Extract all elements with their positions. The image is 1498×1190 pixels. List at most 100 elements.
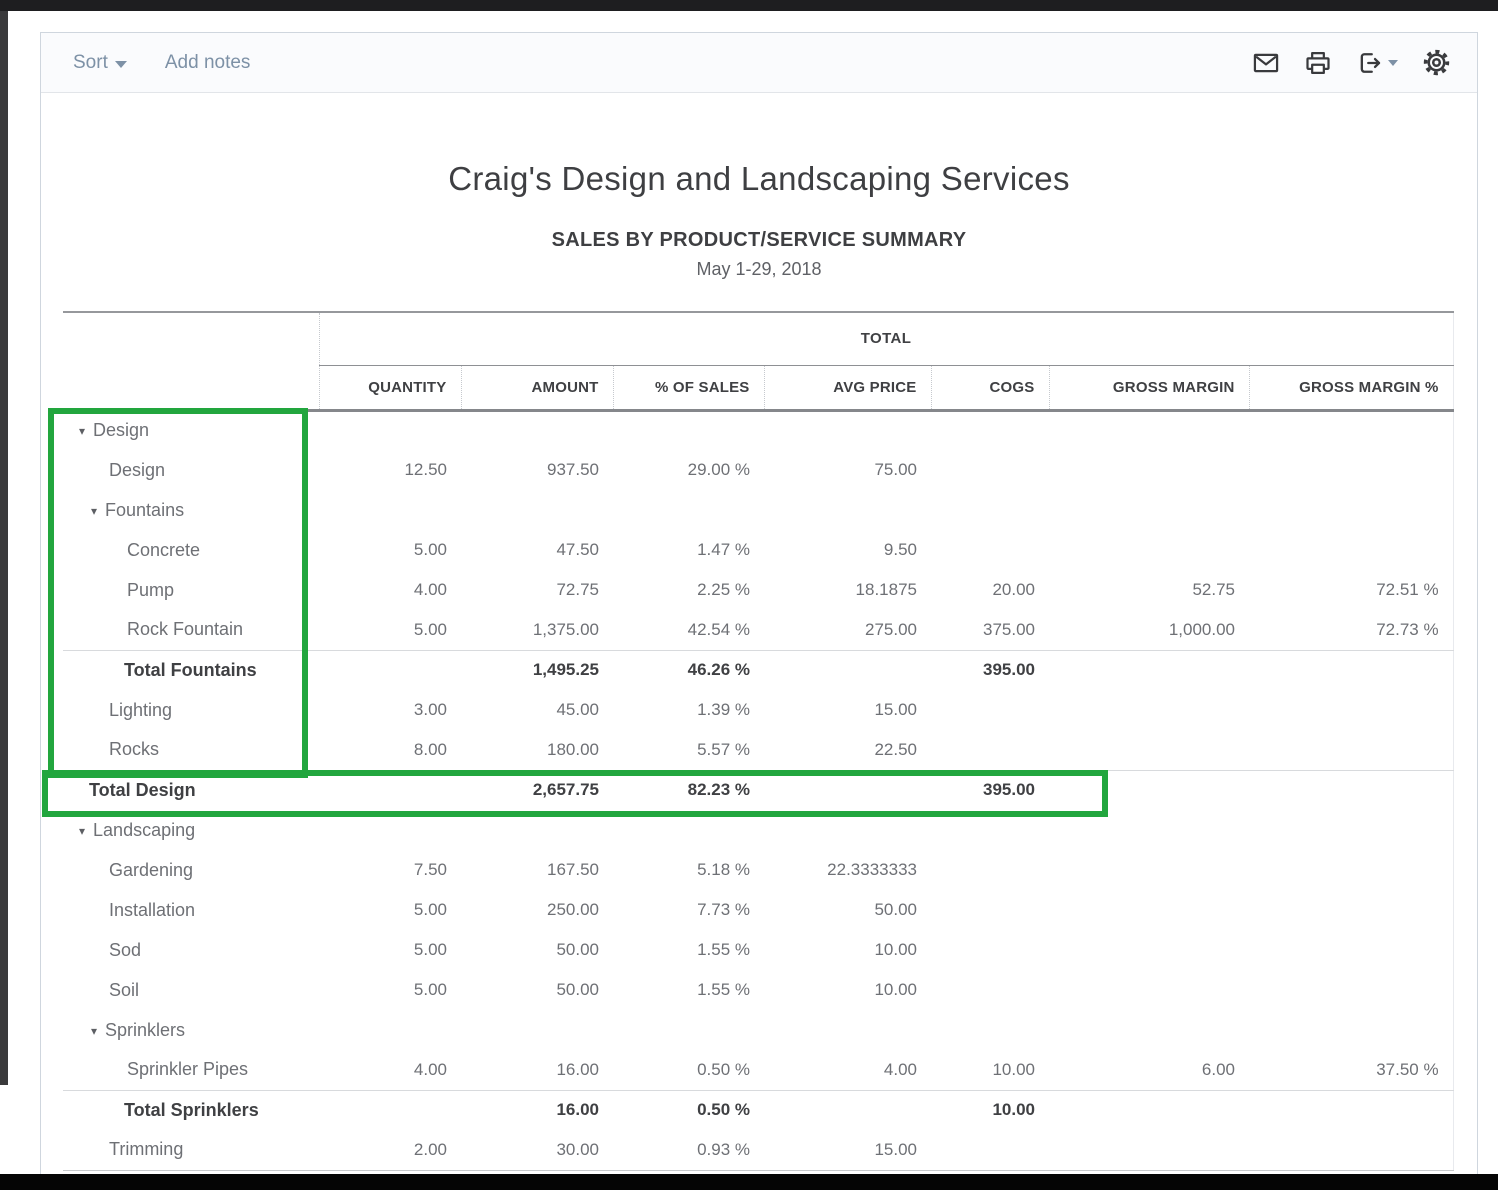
row-label: Lighting	[109, 700, 172, 720]
email-icon	[1252, 49, 1280, 77]
table-row: ▾Landscaping	[63, 810, 1453, 850]
group-row-label-cell[interactable]: ▾Design	[63, 410, 319, 450]
cell-value: 375.00	[931, 610, 1049, 650]
toolbar-left-group: Sort Add notes	[73, 52, 250, 74]
cell-value	[764, 650, 931, 690]
cell-value	[1249, 650, 1453, 690]
cell-value	[1049, 1010, 1249, 1050]
cell-value: 50.00	[764, 890, 931, 930]
cell-value	[1249, 970, 1453, 1010]
cell-value	[319, 490, 461, 530]
cell-value	[1049, 1090, 1249, 1130]
cell-value: 4.00	[764, 1050, 931, 1090]
group-row-label-cell[interactable]: ▾ Fountains	[63, 490, 319, 530]
sort-button[interactable]: Sort	[73, 52, 127, 74]
export-caret-icon	[1388, 60, 1398, 66]
collapse-arrow-icon[interactable]: ▾	[79, 424, 85, 438]
sort-caret-icon	[115, 61, 127, 68]
row-label: Rock Fountain	[127, 619, 243, 639]
cell-value: 10.00	[764, 930, 931, 970]
cell-value: 46.26 %	[613, 650, 764, 690]
export-icon	[1356, 49, 1384, 77]
cell-value	[764, 1090, 931, 1130]
row-label-cell: Gardening	[63, 850, 319, 890]
row-label-cell: Sod	[63, 930, 319, 970]
cell-value: 22.50	[764, 730, 931, 770]
cell-value: 9.50	[764, 530, 931, 570]
cell-value: 167.50	[461, 850, 613, 890]
collapse-arrow-icon[interactable]: ▾	[91, 1024, 97, 1038]
table-row: Pump4.0072.752.25 %18.187520.0052.7572.5…	[63, 570, 1453, 610]
cell-value	[931, 490, 1049, 530]
cell-value: 8.00	[319, 730, 461, 770]
add-notes-label: Add notes	[165, 52, 251, 74]
cell-value: 5.18 %	[613, 850, 764, 890]
table-row: Gardening7.50167.505.18 %22.3333333	[63, 850, 1453, 890]
window-left-edge	[0, 11, 8, 1085]
row-label: Installation	[109, 900, 195, 920]
cell-value: 5.00	[319, 610, 461, 650]
cell-value	[931, 810, 1049, 850]
report-card: Sort Add notes	[40, 32, 1478, 1190]
report-toolbar: Sort Add notes	[41, 33, 1477, 93]
row-label-column-header	[63, 365, 319, 410]
add-notes-button[interactable]: Add notes	[165, 52, 251, 74]
group-row-label-cell[interactable]: ▾ Sprinklers	[63, 1010, 319, 1050]
cell-value	[319, 770, 461, 810]
table-row: Sprinkler Pipes4.0016.000.50 %4.0010.006…	[63, 1050, 1453, 1090]
toolbar-right-group	[1252, 48, 1451, 77]
cell-value	[461, 490, 613, 530]
row-label: Gardening	[109, 860, 193, 880]
row-label: Fountains	[105, 500, 184, 520]
cell-value: 1.55 %	[613, 930, 764, 970]
cell-value: 22.3333333	[764, 850, 931, 890]
table-row: Total Sprinklers16.000.50 %10.00	[63, 1090, 1453, 1130]
column-header-avg-price: AVG PRICE	[764, 365, 931, 410]
row-label-cell: Pump	[63, 570, 319, 610]
cell-value: 250.00	[461, 890, 613, 930]
cell-value	[613, 810, 764, 850]
export-button[interactable]	[1356, 49, 1398, 77]
cell-value: 15.00	[764, 690, 931, 730]
cell-value: 180.00	[461, 730, 613, 770]
collapse-arrow-icon[interactable]: ▾	[79, 824, 85, 838]
cell-value: 5.00	[319, 970, 461, 1010]
cell-value	[764, 1010, 931, 1050]
cell-value: 275.00	[764, 610, 931, 650]
cell-value	[764, 490, 931, 530]
cell-value: 1.47 %	[613, 530, 764, 570]
email-button[interactable]	[1252, 49, 1280, 77]
table-row: ▾ Sprinklers	[63, 1010, 1453, 1050]
cell-value	[1249, 450, 1453, 490]
cell-value: 937.50	[461, 450, 613, 490]
print-button[interactable]	[1304, 49, 1332, 77]
cell-value	[931, 850, 1049, 890]
cell-value	[764, 810, 931, 850]
row-label: Trimming	[109, 1139, 183, 1159]
cell-value	[931, 450, 1049, 490]
row-label-cell: Design	[63, 450, 319, 490]
cell-value	[1049, 490, 1249, 530]
group-row-label-cell[interactable]: ▾Landscaping	[63, 810, 319, 850]
row-label-cell: Soil	[63, 970, 319, 1010]
cell-value	[1249, 1090, 1453, 1130]
cell-value	[1249, 810, 1453, 850]
cell-value	[613, 410, 764, 450]
cell-value: 0.50 %	[613, 1050, 764, 1090]
cell-value: 10.00	[931, 1050, 1049, 1090]
cell-value	[1049, 650, 1249, 690]
column-header-row: QUANTITYAMOUNT% OF SALESAVG PRICECOGSGRO…	[63, 365, 1453, 410]
cell-value: 10.00	[764, 970, 931, 1010]
cell-value	[1049, 530, 1249, 570]
row-label: Sprinklers	[105, 1020, 185, 1040]
settings-button[interactable]	[1422, 48, 1451, 77]
cell-value	[1049, 410, 1249, 450]
cell-value: 50.00	[461, 930, 613, 970]
total-group-header: TOTAL	[319, 312, 1453, 365]
collapse-arrow-icon[interactable]: ▾	[91, 504, 97, 518]
cell-value: 1,495.25	[461, 650, 613, 690]
row-label-cell: Total Sprinklers	[63, 1090, 319, 1130]
table-row: Concrete5.0047.501.47 %9.50	[63, 530, 1453, 570]
cell-value: 16.00	[461, 1090, 613, 1130]
cell-value	[319, 1010, 461, 1050]
